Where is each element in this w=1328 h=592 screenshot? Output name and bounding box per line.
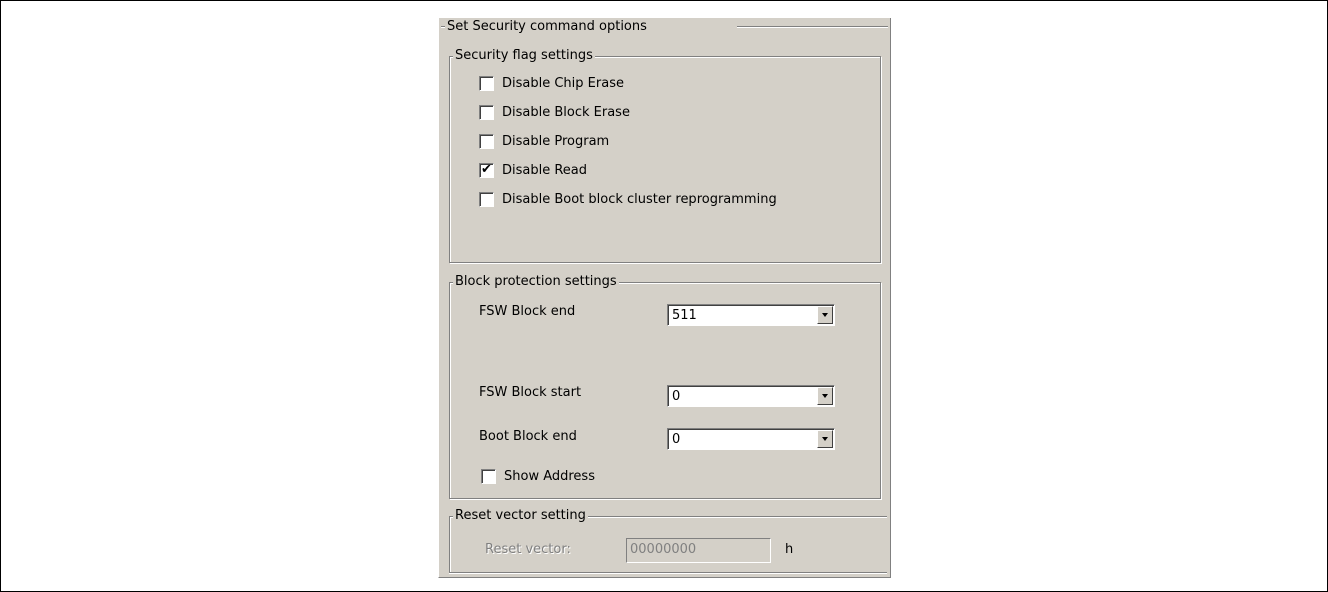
dropdown-button[interactable] [817, 430, 833, 448]
dropdown-button[interactable] [817, 306, 833, 324]
check-icon: ✔ [481, 161, 492, 177]
reset-vector-input[interactable]: 00000000 [626, 538, 771, 563]
reset-vector-hex-suffix: h [785, 542, 794, 557]
checkbox-label: Disable Read [502, 162, 588, 178]
fsw-block-end-label: FSW Block end [479, 304, 576, 319]
checkbox-label: Disable Program [502, 133, 610, 149]
checkbox-row-disable-program[interactable]: Disable Program [479, 132, 609, 150]
chevron-down-icon [822, 394, 828, 398]
reset-vector-label: Reset vector: [485, 542, 571, 557]
checkbox-disable-boot-block-cluster-reprogramming[interactable] [479, 191, 494, 207]
checkbox-disable-read[interactable]: ✔ [479, 161, 494, 178]
dropdown-button[interactable] [817, 387, 833, 405]
fsw-block-end-dropdown[interactable]: 511 [667, 304, 835, 326]
checkbox-row-disable-read[interactable]: ✔ Disable Read [479, 161, 587, 179]
fsw-block-end-value: 511 [672, 308, 697, 323]
checkbox-show-address[interactable] [481, 468, 496, 484]
security-flag-settings-title: Security flag settings [453, 48, 595, 64]
chevron-down-icon [822, 313, 828, 317]
reset-vector-value: 00000000 [630, 542, 697, 557]
fsw-block-start-dropdown[interactable]: 0 [667, 385, 835, 407]
checkbox-label: Disable Boot block cluster reprogramming [502, 191, 777, 207]
checkbox-row-show-address[interactable]: Show Address [481, 467, 595, 485]
checkbox-disable-program[interactable] [479, 133, 494, 149]
boot-block-end-value: 0 [672, 432, 681, 447]
checkbox-label: Disable Block Erase [502, 104, 630, 120]
block-protection-settings-title: Block protection settings [453, 274, 619, 290]
boot-block-end-label: Boot Block end [479, 429, 577, 444]
checkbox-disable-block-erase[interactable] [479, 104, 494, 120]
chevron-down-icon [822, 437, 828, 441]
fsw-block-start-label: FSW Block start [479, 385, 582, 400]
checkbox-label: Disable Chip Erase [502, 75, 624, 91]
checkbox-row-disable-boot-block-cluster-reprogramming[interactable]: Disable Boot block cluster reprogramming [479, 190, 777, 208]
checkbox-disable-chip-erase[interactable] [479, 75, 494, 91]
set-security-options-panel: Set Security command options Set Securit… [438, 18, 891, 578]
checkbox-row-disable-chip-erase[interactable]: Disable Chip Erase [479, 74, 624, 92]
checkbox-row-disable-block-erase[interactable]: Disable Block Erase [479, 103, 630, 121]
checkbox-label: Show Address [504, 468, 595, 484]
outer-group-title-text: Set Security command options [447, 19, 647, 34]
boot-block-end-dropdown[interactable]: 0 [667, 428, 835, 450]
reset-vector-setting-title: Reset vector setting [453, 508, 588, 524]
fsw-block-start-value: 0 [672, 389, 681, 404]
